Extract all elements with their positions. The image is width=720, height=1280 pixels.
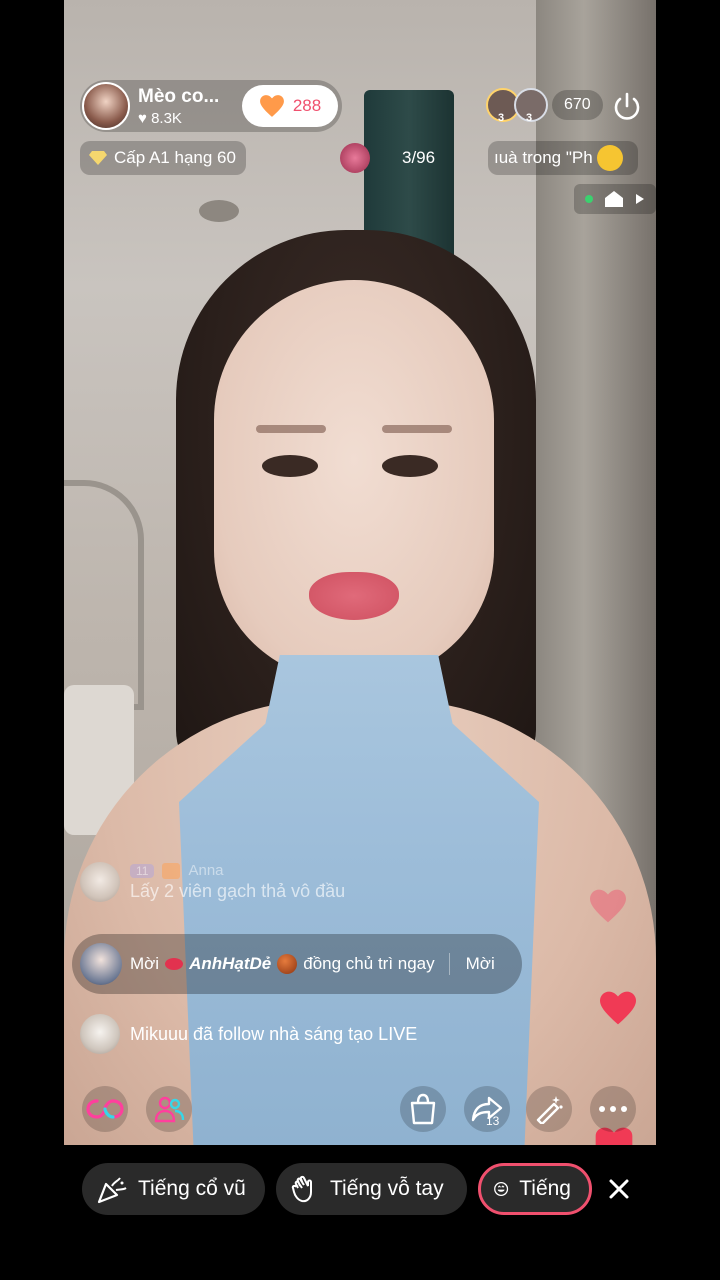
floating-heart-icon bbox=[600, 991, 636, 1025]
magic-wand-icon bbox=[536, 1096, 563, 1124]
sound-effect-cheer[interactable]: Tiếng cổ vũ bbox=[82, 1163, 265, 1215]
follow-notice: Mikuuu đã follow nhà sáng tạo LIVE bbox=[80, 1014, 417, 1054]
lips-icon bbox=[165, 958, 184, 970]
ceiling-light bbox=[199, 200, 239, 222]
follow-count: 288 bbox=[292, 96, 322, 115]
top-viewers[interactable]: 3 3 670 bbox=[486, 88, 603, 124]
cohost-invite-banner[interactable]: Mời AnhHạtDẻ đồng chủ trì ngay Mời bbox=[72, 934, 522, 994]
floating-heart-icon bbox=[590, 889, 626, 923]
more-button[interactable] bbox=[590, 1086, 636, 1132]
close-icon[interactable] bbox=[604, 1174, 634, 1204]
home-icon[interactable] bbox=[604, 190, 624, 208]
streamer-eye bbox=[262, 455, 318, 477]
gift-progress-count: 3/96 bbox=[402, 148, 436, 167]
viewer-avatar[interactable]: 3 bbox=[514, 88, 548, 124]
chat-text: Lấy 2 viên gạch thả vô đầu bbox=[130, 881, 346, 901]
people-icon bbox=[154, 1096, 185, 1123]
multi-guest-button[interactable] bbox=[82, 1086, 128, 1132]
streamer-eye bbox=[382, 455, 438, 477]
streamer-face bbox=[214, 280, 494, 680]
host-name: Mèo co... bbox=[138, 86, 220, 107]
chat-message[interactable]: 11 Anna Lấy 2 viên gạch thả vô đầu bbox=[80, 862, 345, 902]
level-badge: 11 bbox=[130, 863, 155, 878]
diamond-icon bbox=[89, 151, 107, 165]
sound-effect-label: Tiếng cổ vũ bbox=[138, 1177, 246, 1200]
party-popper-icon bbox=[97, 1177, 127, 1204]
play-arrow-icon[interactable] bbox=[635, 193, 645, 205]
host-likes-count: 8.3K bbox=[151, 110, 182, 127]
invite-message: đồng chủ trì ngay bbox=[303, 954, 435, 973]
share-count: 13 bbox=[486, 1114, 500, 1128]
invite-avatar bbox=[80, 943, 122, 985]
gift-ticker[interactable]: ıuà trong "Ph bbox=[488, 141, 638, 175]
invite-button[interactable]: Mời bbox=[466, 954, 495, 974]
fan-badge-icon bbox=[162, 862, 181, 879]
divider bbox=[448, 953, 450, 975]
host-avatar[interactable] bbox=[82, 82, 130, 130]
ticker-text: ıuà trong "Ph bbox=[494, 148, 593, 167]
shopping-bag-icon bbox=[410, 1093, 436, 1125]
gift-icon bbox=[340, 143, 370, 173]
clap-icon bbox=[291, 1175, 312, 1203]
shop-button[interactable] bbox=[400, 1086, 446, 1132]
follower-avatar[interactable] bbox=[80, 1014, 120, 1054]
invite-prefix: Mời bbox=[130, 954, 160, 973]
chat-username[interactable]: Anna bbox=[188, 862, 223, 879]
rank-chip[interactable]: Cấp A1 hạng 60 bbox=[80, 141, 246, 175]
sound-effect-label: Tiếng bbox=[519, 1177, 571, 1200]
streamer-lips bbox=[309, 572, 399, 620]
streamer-brow bbox=[256, 425, 326, 433]
guests-button[interactable] bbox=[146, 1086, 192, 1132]
power-icon[interactable] bbox=[610, 90, 644, 124]
mini-controls[interactable] bbox=[574, 184, 656, 214]
smile-icon bbox=[494, 1181, 509, 1197]
background-mirror bbox=[64, 480, 144, 710]
sound-effect-clap[interactable]: Tiếng vỗ tay bbox=[276, 1163, 467, 1215]
live-status-dot bbox=[585, 195, 594, 203]
follow-button[interactable]: 288 bbox=[242, 85, 338, 127]
sound-effect-laugh[interactable]: Tiếng bbox=[478, 1163, 592, 1215]
host-card[interactable]: Mèo co... ♥ 8.3K 288 bbox=[80, 80, 342, 132]
gift-progress[interactable]: 3/96 bbox=[340, 141, 470, 175]
streamer-brow bbox=[382, 425, 452, 433]
viewer-rank: 3 bbox=[498, 112, 505, 124]
effects-button[interactable] bbox=[526, 1086, 572, 1132]
rank-text: Cấp A1 hạng 60 bbox=[114, 148, 236, 167]
follow-notice-text: đã follow nhà sáng tạo LIVE bbox=[193, 1023, 418, 1044]
follower-username[interactable]: Mikuuu bbox=[130, 1024, 188, 1044]
viewer-rank: 3 bbox=[526, 112, 533, 124]
chat-avatar[interactable] bbox=[80, 862, 120, 902]
host-likes: ♥ 8.3K bbox=[138, 110, 182, 127]
invite-username: AnhHạtDẻ bbox=[189, 954, 272, 973]
sound-effect-label: Tiếng vỗ tay bbox=[330, 1177, 444, 1200]
orange-heart-icon bbox=[259, 95, 284, 117]
laughing-emoji-icon bbox=[596, 145, 623, 171]
more-dots-icon bbox=[599, 1106, 627, 1112]
infinity-link-icon bbox=[86, 1099, 124, 1119]
heart-icon: ♥ bbox=[138, 110, 147, 127]
viewer-count[interactable]: 670 bbox=[552, 90, 603, 120]
basketball-icon bbox=[277, 954, 298, 974]
